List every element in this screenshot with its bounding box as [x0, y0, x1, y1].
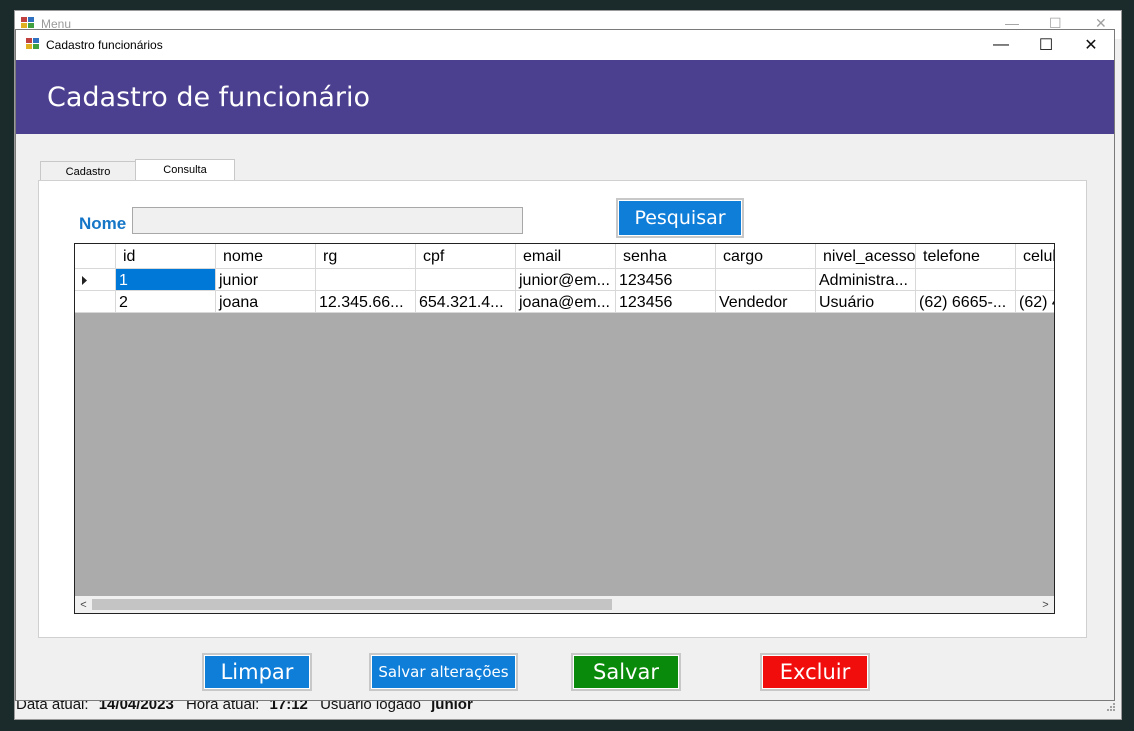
current-row-arrow-icon	[82, 276, 87, 285]
salvar-alteracoes-button[interactable]: Salvar alterações	[369, 653, 518, 691]
cell-nome[interactable]: joana	[216, 291, 316, 313]
cell-email[interactable]: junior@em...	[516, 269, 616, 291]
column-header-cpf[interactable]: cpf	[416, 244, 516, 269]
column-header-celular[interactable]: celul	[1016, 244, 1054, 269]
cell-senha[interactable]: 123456	[616, 291, 716, 313]
nome-label: Nome	[79, 214, 127, 233]
column-header-telefone[interactable]: telefone	[916, 244, 1016, 269]
page-title: Cadastro de funcionário	[47, 82, 371, 113]
cell-telefone[interactable]: (62) 6665-...	[916, 291, 1016, 313]
funcionarios-grid[interactable]: id nome rg cpf email senha cargo nivel_a…	[74, 243, 1055, 614]
cell-nivel-acesso[interactable]: Usuário	[816, 291, 916, 313]
pesquisar-button[interactable]: Pesquisar	[616, 198, 744, 238]
column-header-nome[interactable]: nome	[216, 244, 316, 269]
salvar-button[interactable]: Salvar	[571, 653, 681, 691]
column-header-id[interactable]: id	[116, 244, 216, 269]
column-header-email[interactable]: email	[516, 244, 616, 269]
cell-id[interactable]: 2	[116, 291, 216, 313]
cell-rg[interactable]: 12.345.66...	[316, 291, 416, 313]
nome-search-input[interactable]	[132, 207, 523, 234]
cell-email[interactable]: joana@em...	[516, 291, 616, 313]
cell-nivel-acesso[interactable]: Administra...	[816, 269, 916, 291]
column-header-cargo[interactable]: cargo	[716, 244, 816, 269]
row-header-corner	[75, 244, 116, 269]
cell-cpf[interactable]: 654.321.4...	[416, 291, 516, 313]
grid-header: id nome rg cpf email senha cargo nivel_a…	[75, 244, 1054, 269]
scroll-right-icon[interactable]: >	[1037, 596, 1054, 613]
cell-id[interactable]: 1	[116, 269, 216, 291]
close-button[interactable]: ✕	[1068, 30, 1114, 60]
app-icon	[21, 17, 34, 28]
scrollbar-thumb[interactable]	[92, 599, 612, 610]
row-selector[interactable]	[75, 291, 116, 313]
dialog-title: Cadastro funcionários	[46, 38, 163, 52]
cell-cpf[interactable]	[416, 269, 516, 291]
cadastro-funcionarios-window: Cadastro funcionários — ☐ ✕ Cadastro de …	[15, 29, 1115, 701]
cell-celular[interactable]: (62) 4	[1016, 291, 1054, 313]
cell-nome[interactable]: junior	[216, 269, 316, 291]
excluir-button[interactable]: Excluir	[760, 653, 870, 691]
row-selector[interactable]	[75, 269, 116, 291]
minimize-button[interactable]: —	[978, 30, 1024, 60]
maximize-button[interactable]: ☐	[1023, 30, 1069, 60]
table-row[interactable]: 2 joana 12.345.66... 654.321.4... joana@…	[75, 291, 1054, 313]
cell-cargo[interactable]	[716, 269, 816, 291]
cell-rg[interactable]	[316, 269, 416, 291]
column-header-rg[interactable]: rg	[316, 244, 416, 269]
scroll-left-icon[interactable]: <	[75, 596, 92, 613]
column-header-nivel-acesso[interactable]: nivel_acesso	[816, 244, 916, 269]
limpar-button[interactable]: Limpar	[202, 653, 312, 691]
cell-celular[interactable]	[1016, 269, 1054, 291]
cell-cargo[interactable]: Vendedor	[716, 291, 816, 313]
column-header-senha[interactable]: senha	[616, 244, 716, 269]
app-icon	[26, 38, 39, 49]
tab-consulta[interactable]: Consulta	[135, 159, 235, 182]
table-row[interactable]: 1 junior junior@em... 123456 Administra.…	[75, 269, 1054, 291]
header-banner: Cadastro de funcionário	[16, 60, 1114, 134]
horizontal-scrollbar[interactable]: < >	[75, 596, 1054, 613]
dialog-titlebar: Cadastro funcionários — ☐ ✕	[16, 30, 1114, 60]
resize-grip-icon[interactable]	[1106, 702, 1116, 712]
cell-telefone[interactable]	[916, 269, 1016, 291]
tab-cadastro[interactable]: Cadastro	[40, 161, 136, 181]
cell-senha[interactable]: 123456	[616, 269, 716, 291]
